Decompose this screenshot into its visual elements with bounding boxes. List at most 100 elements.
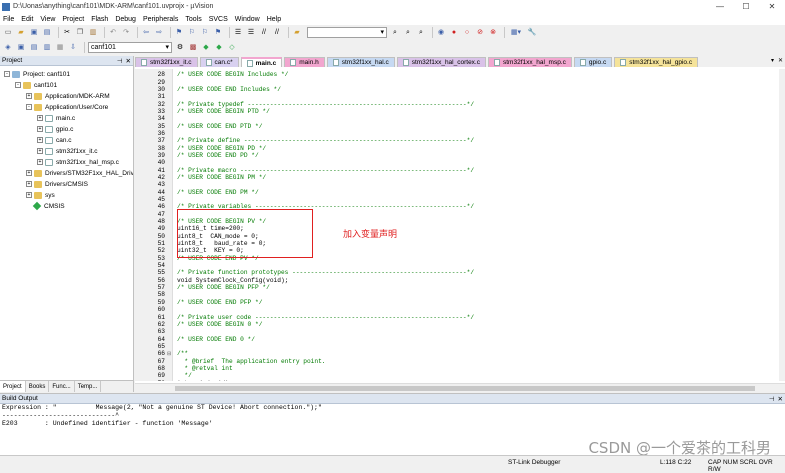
translate-icon[interactable]: ◈ <box>3 42 13 52</box>
tree-item[interactable]: + sys <box>26 190 55 200</box>
editor-tab[interactable]: stm32f1xx_hal_gpio.c <box>614 57 699 67</box>
menu-view[interactable]: View <box>40 16 55 23</box>
editor-tab[interactable]: stm32f1xx_hal.c <box>326 57 395 67</box>
pin-icon[interactable]: ⊣ <box>769 395 775 403</box>
menu-svcs[interactable]: SVCS <box>209 16 228 23</box>
expand-icon[interactable]: + <box>37 137 43 143</box>
expand-icon[interactable]: + <box>37 159 43 165</box>
tab-functions[interactable]: Func... <box>49 381 75 392</box>
unindent-icon[interactable]: ☰ <box>246 27 256 37</box>
target-options-icon[interactable]: ⚙ <box>175 42 185 52</box>
find-combo[interactable]: ▾ <box>307 26 387 38</box>
pack-installer-icon[interactable]: ◇ <box>227 42 237 52</box>
build-icon[interactable]: ▣ <box>16 42 26 52</box>
expand-icon[interactable]: + <box>26 192 32 198</box>
tree-item[interactable]: + Drivers/CMSIS <box>26 179 88 189</box>
breakpoint-kill-all-icon[interactable]: ⊗ <box>488 27 498 37</box>
incremental-find-icon[interactable]: ⌕ <box>403 27 413 37</box>
cut-icon[interactable]: ✂ <box>62 27 72 37</box>
tree-item[interactable]: + gpio.c <box>37 124 73 134</box>
find-in-files-icon[interactable]: ▰ <box>292 27 302 37</box>
menu-window[interactable]: Window <box>235 16 260 23</box>
editor-tab[interactable]: main.c <box>240 57 283 67</box>
expand-icon[interactable]: + <box>26 181 32 187</box>
target-select[interactable]: canf101 ▾ <box>88 41 172 53</box>
copy-icon[interactable]: ❐ <box>75 27 85 37</box>
close-icon[interactable]: ✕ <box>126 57 131 65</box>
stop-build-icon[interactable]: ▦ <box>55 42 65 52</box>
batch-build-icon[interactable]: ▥ <box>42 42 52 52</box>
expand-icon[interactable]: + <box>37 148 43 154</box>
tree-item[interactable]: + can.c <box>37 135 72 145</box>
uncomment-icon[interactable]: // <box>272 27 282 37</box>
save-all-icon[interactable]: ▤ <box>42 27 52 37</box>
new-file-icon[interactable]: ▭ <box>3 27 13 37</box>
editor-tab[interactable]: stm32f1xx_hal_msp.c <box>488 57 572 67</box>
editor-tab[interactable]: gpio.c <box>573 57 613 67</box>
bookmark-clear-icon[interactable]: ⚑ <box>213 27 223 37</box>
source-browser-icon[interactable]: ⌕ <box>416 27 426 37</box>
debug-start-icon[interactable]: ◉ <box>436 27 446 37</box>
editor-tab[interactable]: stm32f1xx_hal_cortex.c <box>396 57 486 67</box>
expand-icon[interactable]: + <box>26 93 32 99</box>
collapse-icon[interactable]: - <box>15 82 21 88</box>
menu-help[interactable]: Help <box>267 16 281 23</box>
tree-item[interactable]: - canf101 <box>15 80 57 90</box>
tab-books[interactable]: Books <box>26 381 50 392</box>
indent-icon[interactable]: ☰ <box>233 27 243 37</box>
download-icon[interactable]: ⇩ <box>68 42 78 52</box>
find-icon[interactable]: ⌕ <box>390 27 400 37</box>
nav-back-icon[interactable]: ⇦ <box>141 27 151 37</box>
expand-icon[interactable]: + <box>37 115 43 121</box>
menu-flash[interactable]: Flash <box>91 16 108 23</box>
tree-item[interactable]: + stm32f1xx_it.c <box>37 146 98 156</box>
scrollbar-thumb[interactable] <box>175 386 755 391</box>
tree-item[interactable]: + Application/MDK-ARM <box>26 91 110 101</box>
comment-icon[interactable]: // <box>259 27 269 37</box>
minimize-icon[interactable]: — <box>707 0 733 13</box>
tree-item[interactable]: + stm32f1xx_hal_msp.c <box>37 157 119 167</box>
window-layout-icon[interactable]: ▦▾ <box>508 27 524 37</box>
collapse-icon[interactable]: - <box>4 71 10 77</box>
tab-list-icon[interactable]: ▾ <box>771 57 774 64</box>
editor-tab[interactable]: main.h <box>284 57 325 67</box>
menu-file[interactable]: File <box>3 16 14 23</box>
close-icon[interactable]: ✕ <box>778 395 783 403</box>
menu-tools[interactable]: Tools <box>185 16 201 23</box>
tree-item[interactable]: CMSIS <box>26 201 65 211</box>
breakpoint-disable-icon[interactable]: ○ <box>462 27 472 37</box>
select-pack-icon[interactable]: ◆ <box>214 42 224 52</box>
undo-icon[interactable]: ↶ <box>108 27 118 37</box>
nav-forward-icon[interactable]: ⇨ <box>154 27 164 37</box>
configure-wrench-icon[interactable]: 🔧 <box>527 27 537 37</box>
menu-project[interactable]: Project <box>62 16 84 23</box>
menu-edit[interactable]: Edit <box>21 16 33 23</box>
pin-icon[interactable]: ⊣ <box>117 57 123 65</box>
collapse-icon[interactable]: - <box>26 104 32 110</box>
breakpoint-disable-all-icon[interactable]: ⊘ <box>475 27 485 37</box>
breakpoint-insert-icon[interactable]: ● <box>449 27 459 37</box>
file-extensions-icon[interactable]: ▩ <box>188 42 198 52</box>
bookmark-prev-icon[interactable]: ⚐ <box>187 27 197 37</box>
rebuild-icon[interactable]: ▤ <box>29 42 39 52</box>
tree-item[interactable]: - Project: canf101 <box>4 69 70 79</box>
tab-project[interactable]: Project <box>0 381 26 392</box>
editor-tab[interactable]: can.c* <box>199 57 239 67</box>
maximize-icon[interactable]: ☐ <box>733 0 759 13</box>
save-icon[interactable]: ▣ <box>29 27 39 37</box>
manage-rte-icon[interactable]: ◆ <box>201 42 211 52</box>
open-folder-icon[interactable]: ▰ <box>16 27 26 37</box>
tree-item[interactable]: + Drivers/STM32F1xx_HAL_Driv <box>26 168 133 178</box>
menu-peripherals[interactable]: Peripherals <box>143 16 178 23</box>
close-icon[interactable]: ✕ <box>759 0 785 13</box>
tab-templates[interactable]: Temp... <box>75 381 102 392</box>
editor-tab[interactable]: stm32f1xx_it.c <box>135 57 198 67</box>
expand-icon[interactable]: + <box>26 170 32 176</box>
bookmark-next-icon[interactable]: ⚐ <box>200 27 210 37</box>
paste-icon[interactable]: ▥ <box>88 27 98 37</box>
menu-debug[interactable]: Debug <box>115 16 136 23</box>
horizontal-scrollbar[interactable] <box>135 383 785 392</box>
close-icon[interactable]: ✕ <box>778 57 783 64</box>
expand-icon[interactable]: + <box>37 126 43 132</box>
tree-item[interactable]: - Application/User/Core <box>26 102 108 112</box>
